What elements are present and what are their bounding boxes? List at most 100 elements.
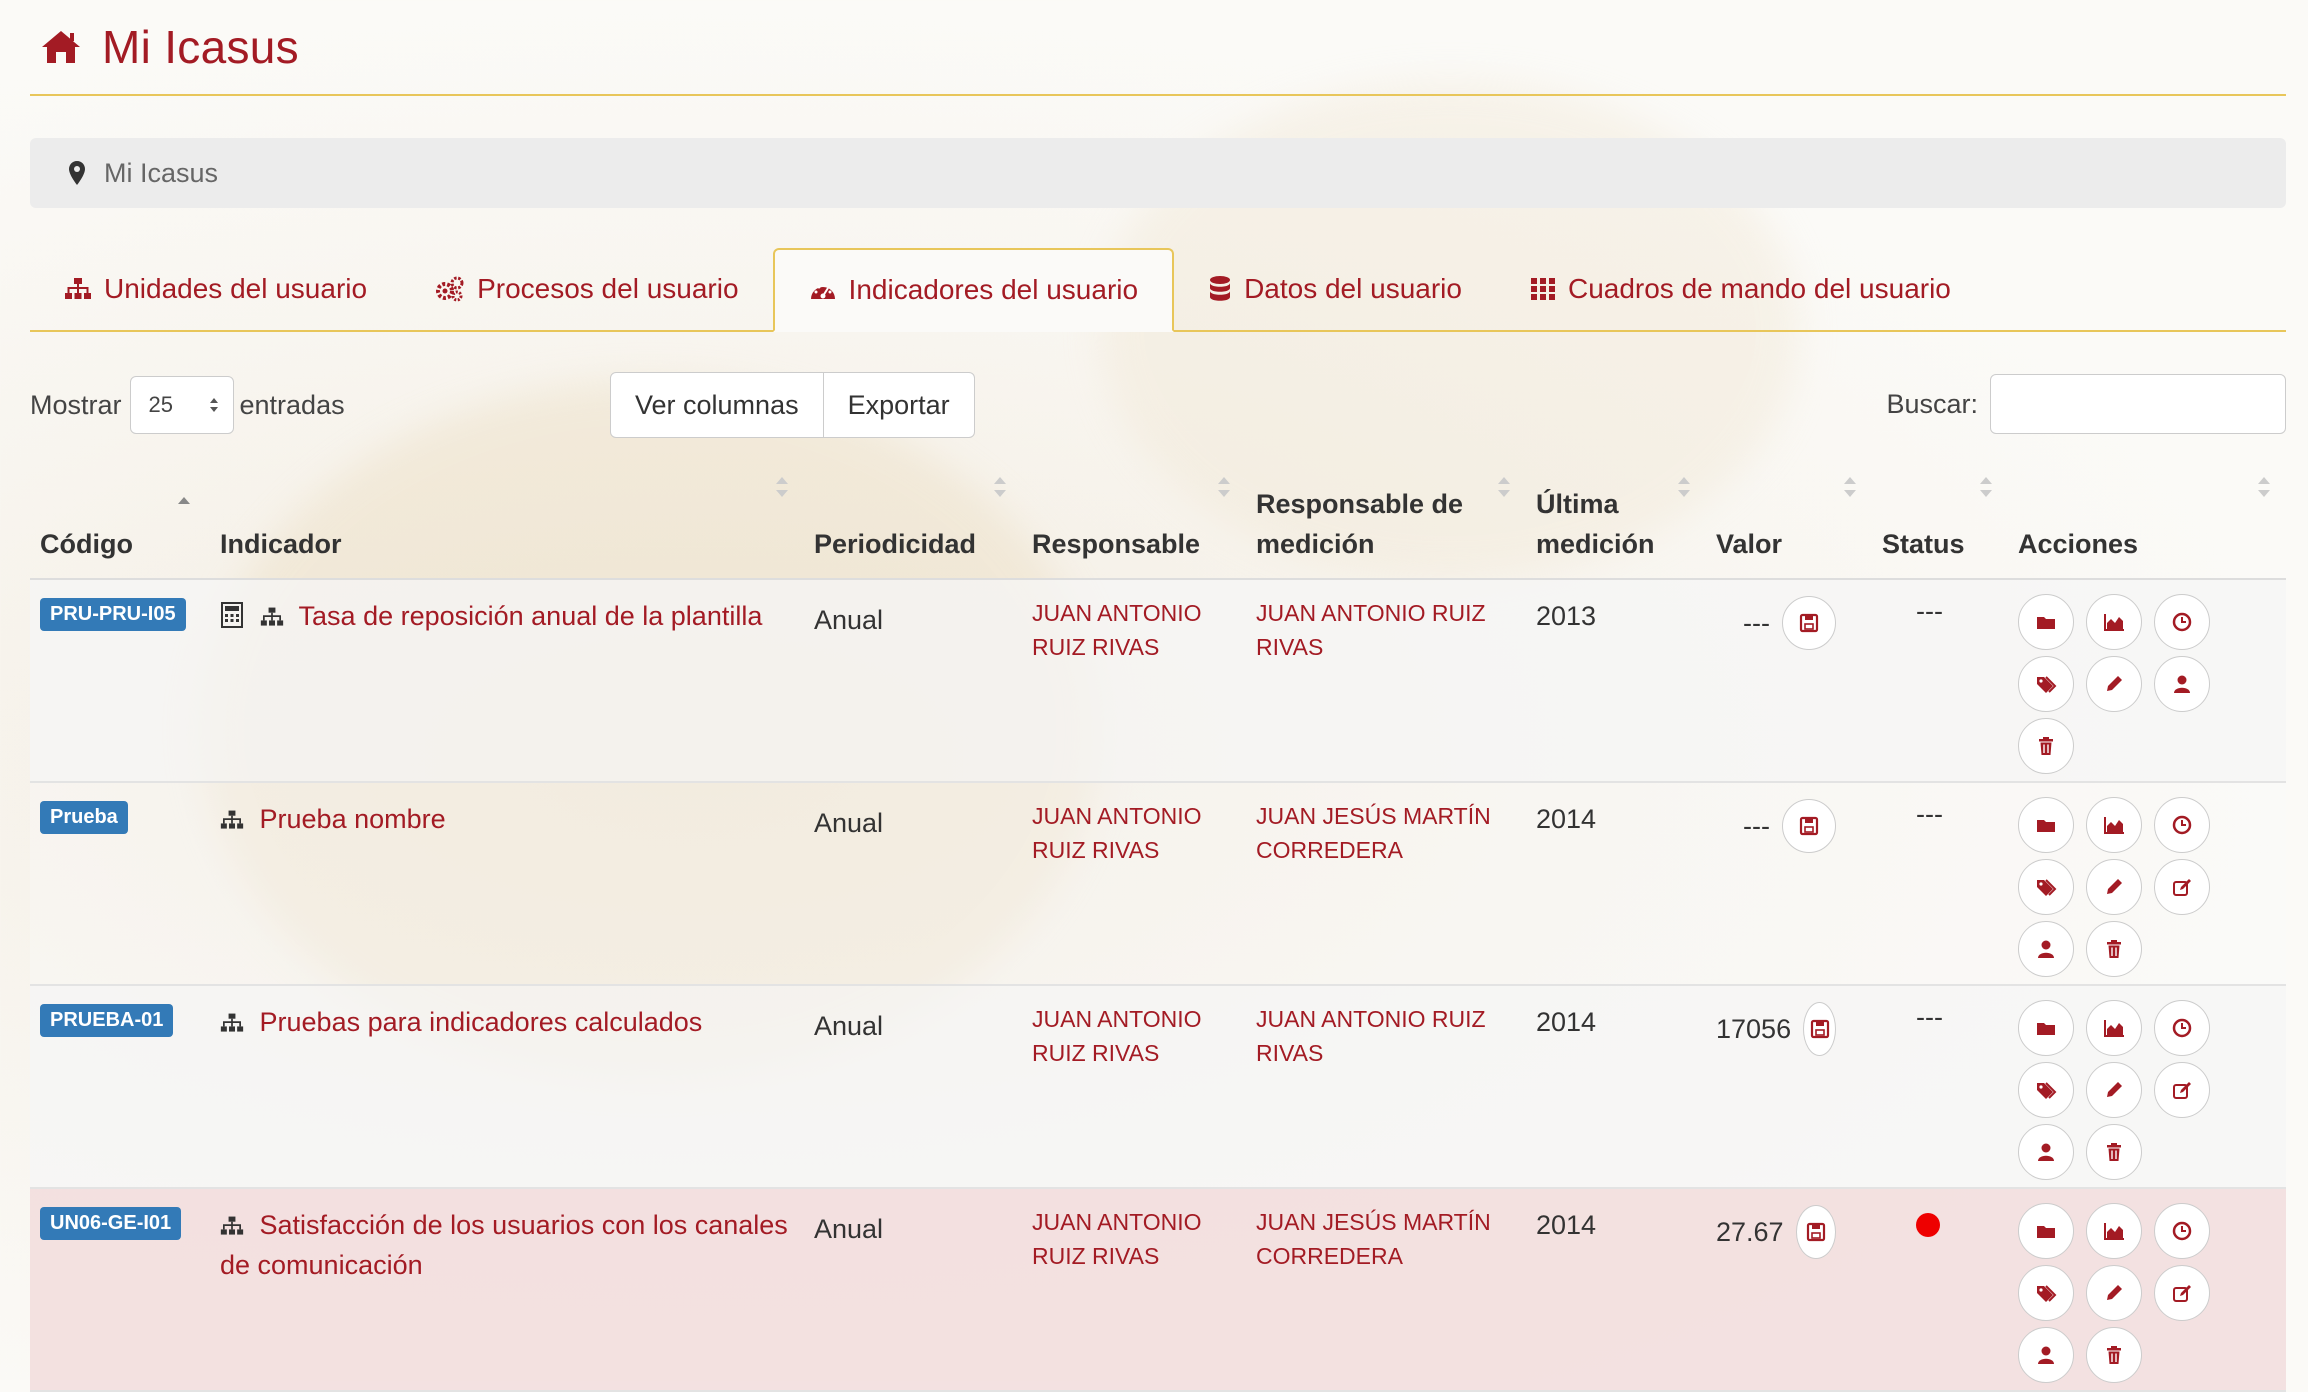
page-length-select[interactable]: 25 <box>129 376 234 434</box>
action-tags-button[interactable] <box>2018 1062 2074 1118</box>
action-user-button[interactable] <box>2018 921 2074 977</box>
responsable-medicion-link[interactable]: CORREDERA <box>1256 1243 1403 1269</box>
action-tags-button[interactable] <box>2018 1265 2074 1321</box>
tab-datos[interactable]: Datos del usuario <box>1174 248 1496 330</box>
action-trash-button[interactable] <box>2086 921 2142 977</box>
action-edit-button[interactable] <box>2154 859 2210 915</box>
responsable-medicion-link[interactable]: RIVAS <box>1256 1040 1323 1066</box>
header-valor[interactable]: Valor <box>1706 462 1872 580</box>
responsable-medicion-link[interactable]: JUAN JESÚS MARTÍN <box>1256 803 1491 829</box>
tab-label: Cuadros de mando del usuario <box>1567 273 1951 304</box>
save-value-button[interactable] <box>1803 1002 1836 1056</box>
action-user-button[interactable] <box>2018 1124 2074 1180</box>
responsable-link[interactable]: RUIZ RIVAS <box>1032 837 1159 863</box>
tab-label: Datos del usuario <box>1244 273 1462 304</box>
save-value-button[interactable] <box>1795 1205 1836 1259</box>
responsable-medicion-link[interactable]: JUAN JESÚS MARTÍN <box>1256 1209 1491 1235</box>
save-value-button[interactable] <box>1782 596 1836 650</box>
action-area-chart-button[interactable] <box>2086 1000 2142 1056</box>
entries-label: entradas <box>239 389 345 420</box>
responsable-link[interactable]: RUIZ RIVAS <box>1032 1243 1159 1269</box>
action-trash-button[interactable] <box>2018 718 2074 774</box>
responsable-medicion-link[interactable]: CORREDERA <box>1256 837 1403 863</box>
tab-unidades[interactable]: Unidades del usuario <box>30 248 401 330</box>
tab-procesos[interactable]: Procesos del usuario <box>401 248 772 330</box>
tab-label: Procesos del usuario <box>477 273 739 304</box>
responsable-link[interactable]: RUIZ RIVAS <box>1032 1040 1159 1066</box>
cell-codigo: PRUEBA-01 <box>30 985 210 1189</box>
cell-status <box>1872 1188 2008 1392</box>
action-area-chart-button[interactable] <box>2086 797 2142 853</box>
indicator-link[interactable]: Prueba nombre <box>260 804 446 834</box>
responsable-link[interactable]: JUAN ANTONIO <box>1032 1209 1202 1235</box>
header-indicador[interactable]: Indicador <box>210 462 804 580</box>
indicator-link[interactable]: Pruebas para indicadores calculados <box>260 1007 703 1037</box>
clock-icon <box>2172 612 2192 632</box>
responsable-medicion-link[interactable]: JUAN ANTONIO RUIZ <box>1256 600 1486 626</box>
action-clock-button[interactable] <box>2154 594 2210 650</box>
tab-cuadros[interactable]: Cuadros de mando del usuario <box>1496 248 1985 330</box>
cell-codigo: PRU-PRU-I05 <box>30 579 210 783</box>
search-input[interactable] <box>1990 374 2286 434</box>
cell-responsable: JUAN ANTONIO RUIZ RIVAS <box>1022 579 1246 783</box>
responsable-medicion-link[interactable]: RIVAS <box>1256 634 1323 660</box>
search-label: Buscar: <box>1886 388 1978 419</box>
header-periodicidad[interactable]: Periodicidad <box>804 462 1022 580</box>
responsable-medicion-link[interactable]: JUAN ANTONIO RUIZ <box>1256 1006 1486 1032</box>
action-pencil-button[interactable] <box>2086 1062 2142 1118</box>
user-icon <box>2174 675 2190 693</box>
tab-label: Indicadores del usuario <box>848 274 1139 305</box>
cell-responsable: JUAN ANTONIO RUIZ RIVAS <box>1022 782 1246 986</box>
header-status[interactable]: Status <box>1872 462 2008 580</box>
clock-icon <box>2172 1221 2192 1241</box>
sitemap-icon <box>65 278 91 299</box>
action-folder-button[interactable] <box>2018 1000 2074 1056</box>
tab-indicadores[interactable]: Indicadores del usuario <box>772 248 1175 332</box>
breadcrumb-item[interactable]: Mi Icasus <box>104 158 218 189</box>
action-trash-button[interactable] <box>2086 1124 2142 1180</box>
header-codigo[interactable]: Código <box>30 462 210 580</box>
cell-status: --- <box>1872 782 2008 986</box>
cell-indicador: Pruebas para indicadores calculados <box>210 985 804 1189</box>
table-controls: Mostrar 25 entradas Ver columnas Exporta… <box>30 332 2286 462</box>
action-edit-button[interactable] <box>2154 1265 2210 1321</box>
responsable-link[interactable]: RUIZ RIVAS <box>1032 634 1159 660</box>
action-pencil-button[interactable] <box>2086 656 2142 712</box>
action-tags-button[interactable] <box>2018 859 2074 915</box>
action-area-chart-button[interactable] <box>2086 1203 2142 1259</box>
responsable-link[interactable]: JUAN ANTONIO <box>1032 600 1202 626</box>
action-folder-button[interactable] <box>2018 797 2074 853</box>
header-ultima-medicion[interactable]: Última medición <box>1526 462 1706 580</box>
action-user-button[interactable] <box>2154 656 2210 712</box>
action-edit-button[interactable] <box>2154 1062 2210 1118</box>
header-responsable-medicion[interactable]: Responsable de medición <box>1246 462 1526 580</box>
action-folder-button[interactable] <box>2018 594 2074 650</box>
column-visibility-button[interactable]: Ver columnas <box>610 372 824 438</box>
value-text: 17056 <box>1716 1013 1792 1044</box>
responsable-link[interactable]: JUAN ANTONIO <box>1032 803 1202 829</box>
responsable-link[interactable]: JUAN ANTONIO <box>1032 1006 1202 1032</box>
save-icon <box>1799 613 1819 633</box>
area-chart-icon <box>2104 817 2124 834</box>
action-clock-button[interactable] <box>2154 1203 2210 1259</box>
action-trash-button[interactable] <box>2086 1327 2142 1383</box>
action-pencil-button[interactable] <box>2086 1265 2142 1321</box>
indicator-link[interactable]: Satisfacción de los usuarios con los can… <box>220 1210 788 1280</box>
header-responsable[interactable]: Responsable <box>1022 462 1246 580</box>
action-clock-button[interactable] <box>2154 1000 2210 1056</box>
cell-periodicidad: Anual <box>804 985 1022 1189</box>
export-button[interactable]: Exportar <box>823 372 975 438</box>
pencil-icon <box>2107 676 2122 691</box>
action-clock-button[interactable] <box>2154 797 2210 853</box>
indicator-link[interactable]: Tasa de reposición anual de la plantilla <box>299 601 763 631</box>
action-folder-button[interactable] <box>2018 1203 2074 1259</box>
action-tags-button[interactable] <box>2018 656 2074 712</box>
sitemap-icon <box>220 1013 244 1032</box>
action-user-button[interactable] <box>2018 1327 2074 1383</box>
header-acciones[interactable]: Acciones <box>2008 462 2286 580</box>
sort-asc-icon <box>178 497 190 504</box>
action-area-chart-button[interactable] <box>2086 594 2142 650</box>
page-header: Mi Icasus <box>30 0 2286 96</box>
save-value-button[interactable] <box>1782 799 1836 853</box>
action-pencil-button[interactable] <box>2086 859 2142 915</box>
